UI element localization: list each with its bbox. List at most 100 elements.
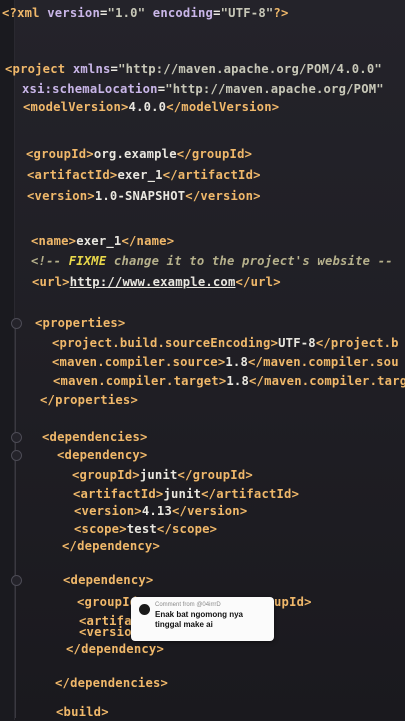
code-token: <maven.compiler.source>	[52, 355, 226, 369]
code-token: 4.0.0	[128, 100, 167, 114]
code-token: test	[126, 522, 157, 536]
code-token: </version>	[185, 189, 261, 203]
line-gutter	[0, 0, 15, 720]
code-token: </project.b	[315, 336, 399, 350]
code-line[interactable]: </dependency>	[62, 537, 160, 555]
code-token: <dependencies>	[42, 430, 148, 444]
code-token: ?>	[273, 6, 289, 20]
code-line[interactable]: <project.build.sourceEncoding>UTF-8</pro…	[52, 334, 399, 352]
comment-popup: Comment from @04irrrD Enak bat ngomong n…	[131, 597, 274, 641]
code-token: exer_1	[117, 168, 163, 182]
code-token: <dependency>	[57, 448, 148, 462]
code-line[interactable]: <project xmlns="http://maven.apache.org/…	[5, 60, 382, 78]
code-line-fragment[interactable]: upId>	[274, 593, 312, 611]
code-line[interactable]: <!-- FIXME change it to the project's we…	[31, 252, 393, 270]
code-line[interactable]: <dependency>	[63, 571, 153, 589]
code-token: xmlns	[72, 62, 111, 76]
code-line[interactable]: <artifactId>junit</artifactId>	[73, 485, 299, 503]
code-token: </dependency>	[66, 642, 164, 656]
code-token: <!--	[31, 254, 69, 268]
code-line[interactable]: xsi:schemaLocation="http://maven.apache.…	[22, 80, 384, 98]
code-token: UTF-8	[278, 336, 316, 350]
code-line[interactable]: <versio	[79, 623, 132, 641]
code-line[interactable]: </dependency>	[66, 640, 164, 658]
code-line[interactable]: <groupId	[77, 593, 137, 611]
code-line[interactable]: <maven.compiler.source>1.8</maven.compil…	[52, 353, 399, 371]
code-token: xsi:schemaLocation	[22, 82, 158, 96]
code-token: change it to the project's website --	[106, 254, 393, 268]
code-token: </name>	[121, 234, 175, 248]
code-line[interactable]: </properties>	[40, 391, 138, 409]
code-token: </maven.compiler.targ	[249, 374, 405, 388]
code-token: </scope>	[156, 522, 218, 536]
code-token: <properties>	[35, 316, 126, 330]
fold-marker[interactable]	[11, 432, 22, 443]
code-token: </url>	[235, 275, 281, 289]
code-token: "UTF-8"	[220, 6, 274, 20]
fold-marker[interactable]	[11, 575, 22, 586]
code-line[interactable]: <dependencies>	[42, 428, 148, 446]
code-token: </version>	[172, 504, 248, 518]
commenter-avatar	[139, 604, 150, 615]
code-token: org.example	[93, 147, 177, 161]
code-line[interactable]: <scope>test</scope>	[74, 520, 217, 538]
code-line[interactable]: <groupId>org.example</groupId>	[26, 145, 252, 163]
code-token: <dependency>	[63, 573, 154, 587]
code-line[interactable]: <groupId>junit</groupId>	[72, 466, 253, 484]
code-token: 4.13	[141, 504, 172, 518]
code-line[interactable]: <artifactId>exer_1</artifactId>	[27, 166, 261, 184]
code-line[interactable]: <dependency>	[57, 446, 147, 464]
comment-header: Comment from @04irrrD	[155, 602, 221, 608]
code-token: </dependencies>	[55, 676, 169, 690]
code-line[interactable]: </dependencies>	[55, 674, 168, 692]
code-line[interactable]: <name>exer_1</name>	[31, 232, 174, 250]
fold-guide	[15, 318, 16, 718]
code-token: version	[47, 6, 100, 20]
code-token: </dependency>	[62, 539, 160, 553]
code-token: <project	[5, 62, 73, 76]
code-token: "http://maven.apache.org/POM"	[165, 82, 384, 96]
code-token: exer_1	[76, 234, 122, 248]
code-token: </maven.compiler.sou	[248, 355, 399, 369]
code-token: =	[100, 6, 108, 20]
code-token: </artifactId>	[201, 487, 300, 501]
code-line[interactable]: <properties>	[35, 314, 125, 332]
code-token: 1.0-SNAPSHOT	[94, 189, 186, 203]
code-token: <scope>	[74, 522, 127, 536]
code-token: </properties>	[40, 393, 138, 407]
code-token: <url>	[32, 275, 70, 289]
code-token: upId>	[274, 595, 312, 609]
code-token: <groupId>	[26, 147, 94, 161]
code-token: <project.build.sourceEncoding>	[52, 336, 279, 350]
code-line[interactable]: <version>4.13</version>	[74, 502, 247, 520]
code-token: <version>	[74, 504, 142, 518]
code-token: </artifactId>	[162, 168, 261, 182]
fold-marker[interactable]	[11, 318, 22, 329]
fold-marker[interactable]	[11, 450, 22, 461]
code-token: =	[213, 6, 221, 20]
code-token: FIXME	[68, 254, 107, 268]
code-token: <artifactId>	[73, 487, 164, 501]
code-token: <modelVersion>	[23, 100, 129, 114]
code-line[interactable]: <modelVersion>4.0.0</modelVersion>	[23, 98, 279, 116]
code-line[interactable]: <version>1.0-SNAPSHOT</version>	[27, 187, 261, 205]
code-line[interactable]: <?xml version="1.0" encoding="UTF-8"?>	[2, 4, 288, 22]
code-token: </groupId>	[177, 468, 253, 482]
code-token: <name>	[31, 234, 77, 248]
code-token: <groupId	[77, 595, 138, 609]
code-line[interactable]: <url>http://www.example.com</url>	[32, 273, 281, 291]
code-line[interactable]: <build>	[56, 703, 109, 721]
code-token: "http://maven.apache.org/POM/4.0.0"	[118, 62, 382, 76]
code-token: <build>	[56, 705, 109, 719]
code-token: </modelVersion>	[166, 100, 280, 114]
code-token: "1.0"	[107, 6, 146, 20]
code-line[interactable]: <maven.compiler.target>1.8</maven.compil…	[53, 372, 405, 390]
code-token: 1.8	[225, 355, 248, 369]
code-token: http://www.example.com	[69, 275, 236, 289]
code-token: <versio	[79, 625, 132, 639]
code-token: 1.8	[226, 374, 249, 388]
code-token: encoding	[152, 6, 214, 20]
code-token: <version>	[27, 189, 95, 203]
code-token: </groupId>	[176, 147, 253, 161]
